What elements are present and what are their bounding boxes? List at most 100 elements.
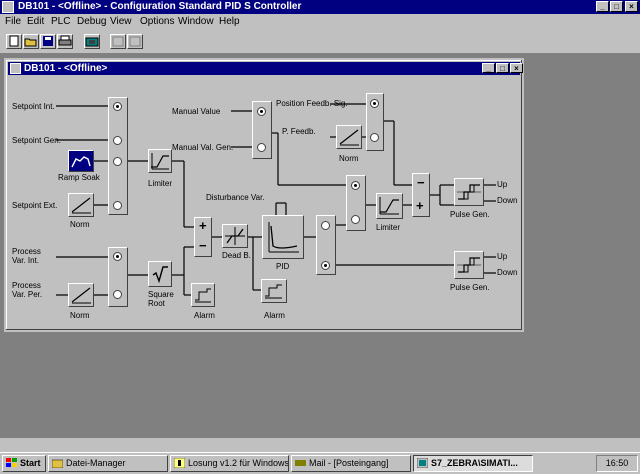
out-minus-sign: − bbox=[417, 175, 425, 190]
menu-plc[interactable]: PLC bbox=[51, 16, 70, 27]
save-icon[interactable] bbox=[40, 34, 56, 49]
controller-diagram: Setpoint Int. Setpoint Gen. Setpoint Ext… bbox=[8, 75, 520, 328]
dead-band-label: Dead B. bbox=[222, 251, 251, 260]
taskbar-item-simatic[interactable]: S7_ZEBRA\SIMATI... bbox=[413, 455, 533, 472]
pulse-output-radio[interactable] bbox=[321, 261, 330, 270]
start-label: Start bbox=[20, 458, 41, 468]
norm-pv-label: Norm bbox=[70, 311, 90, 320]
limiter-block-setpoint[interactable] bbox=[148, 149, 172, 173]
taskbar-item-losung[interactable]: Losung v1.2 für Windows bbox=[170, 455, 289, 472]
down-1-label: Down bbox=[497, 196, 518, 205]
child-titlebar[interactable]: DB101 - <Offline> _ □ × bbox=[8, 62, 523, 75]
dead-band-block[interactable] bbox=[222, 224, 248, 248]
manual-radio[interactable] bbox=[351, 181, 360, 190]
open-icon[interactable] bbox=[23, 34, 39, 49]
child-title: DB101 - <Offline> bbox=[24, 63, 108, 74]
taskbar: Start Datei-Manager Losung v1.2 für Wind… bbox=[0, 452, 640, 474]
minimize-button[interactable]: _ bbox=[596, 1, 609, 12]
manual-value-label: Manual Value bbox=[172, 107, 221, 116]
child-window-icon[interactable] bbox=[10, 63, 21, 74]
pid-block[interactable] bbox=[262, 215, 304, 259]
norm-block-pv[interactable] bbox=[68, 283, 94, 307]
taskbar-item-label: Mail - [Posteingang] bbox=[309, 458, 389, 468]
windows-logo-icon bbox=[6, 458, 17, 467]
taskbar-clock: 16:50 bbox=[596, 455, 638, 472]
alarm-block-2[interactable] bbox=[261, 279, 287, 303]
db101-window[interactable]: DB101 - <Offline> _ □ × Setpoint Int. Se… bbox=[4, 58, 524, 332]
toolbar bbox=[0, 30, 640, 54]
ramp-soak-label: Ramp Soak bbox=[58, 173, 100, 182]
process-var-per-label: Process Var. Per. bbox=[12, 281, 43, 299]
norm-feedback-label: Norm bbox=[339, 154, 359, 163]
setpoint-gen-label: Setpoint Gen. bbox=[12, 136, 61, 145]
menu-help[interactable]: Help bbox=[219, 16, 240, 27]
setpoint-int-label: Setpoint Int. bbox=[12, 102, 55, 111]
pulse-gen-block-2[interactable] bbox=[454, 251, 484, 279]
manual-val-gen-label: Manual Val. Gen. bbox=[172, 143, 234, 152]
app-title: DB101 - <Offline> - Configuration Standa… bbox=[18, 1, 302, 12]
out-plus-sign: + bbox=[416, 198, 424, 213]
menu-edit[interactable]: Edit bbox=[27, 16, 44, 27]
download-icon[interactable] bbox=[84, 34, 100, 49]
norm-setpoint-label: Norm bbox=[70, 220, 90, 229]
norm-block-feedback[interactable] bbox=[336, 125, 362, 149]
menu-options[interactable]: Options bbox=[140, 16, 174, 27]
down-2-label: Down bbox=[497, 268, 518, 277]
continuous-output-radio[interactable] bbox=[321, 221, 330, 230]
square-root-label: Square Root bbox=[148, 290, 174, 308]
disabled-icon-2[interactable] bbox=[127, 34, 143, 49]
norm-block-setpoint[interactable] bbox=[68, 193, 94, 217]
limiter-block-output[interactable] bbox=[376, 193, 403, 219]
close-button[interactable]: × bbox=[625, 1, 638, 12]
limiter-output-label: Limiter bbox=[376, 223, 401, 232]
help-icon bbox=[174, 458, 185, 468]
process-var-per-radio[interactable] bbox=[113, 290, 122, 299]
taskbar-item-label: S7_ZEBRA\SIMATI... bbox=[431, 458, 518, 468]
taskbar-item-label: Datei-Manager bbox=[66, 458, 126, 468]
ramp-soak-radio[interactable] bbox=[113, 157, 122, 166]
p-feedb-radio[interactable] bbox=[370, 133, 379, 142]
app-icon[interactable] bbox=[2, 1, 14, 13]
child-close-button[interactable]: × bbox=[510, 63, 523, 73]
setpoint-int-radio[interactable] bbox=[113, 102, 122, 111]
mail-icon bbox=[295, 460, 306, 466]
position-feedb-sig-label: Position Feedb. Sig. bbox=[276, 99, 348, 108]
menu-debug[interactable]: Debug bbox=[77, 16, 106, 27]
up-1-label: Up bbox=[497, 180, 508, 189]
pulse-gen-1-label: Pulse Gen. bbox=[450, 210, 490, 219]
square-root-block[interactable] bbox=[148, 261, 172, 287]
file-manager-icon bbox=[52, 459, 63, 468]
taskbar-item-mail[interactable]: Mail - [Posteingang] bbox=[291, 455, 411, 472]
menu-view[interactable]: View bbox=[110, 16, 132, 27]
setpoint-selector[interactable] bbox=[108, 97, 128, 215]
setpoint-gen-radio[interactable] bbox=[113, 136, 122, 145]
taskbar-item-datei-manager[interactable]: Datei-Manager bbox=[48, 455, 168, 472]
pulse-gen-block-1[interactable] bbox=[454, 178, 484, 206]
sum-plus-sign: + bbox=[199, 218, 207, 233]
auto-radio[interactable] bbox=[351, 215, 360, 224]
maximize-button[interactable]: □ bbox=[610, 1, 623, 12]
manual-val-gen-radio[interactable] bbox=[257, 143, 266, 152]
process-var-int-radio[interactable] bbox=[113, 252, 122, 261]
print-icon[interactable] bbox=[57, 34, 73, 49]
app-titlebar[interactable]: DB101 - <Offline> - Configuration Standa… bbox=[0, 0, 640, 14]
status-strip bbox=[0, 438, 640, 452]
manual-value-radio[interactable] bbox=[257, 107, 266, 116]
start-button[interactable]: Start bbox=[2, 455, 46, 472]
setpoint-ext-radio[interactable] bbox=[113, 201, 122, 210]
menu-window[interactable]: Window bbox=[178, 16, 214, 27]
pid-label: PID bbox=[276, 262, 290, 271]
process-var-int-label: Process Var. Int. bbox=[12, 247, 41, 265]
alarm-2-label: Alarm bbox=[264, 311, 285, 320]
menu-file[interactable]: File bbox=[5, 16, 21, 27]
disabled-icon[interactable] bbox=[110, 34, 126, 49]
child-minimize-button[interactable]: _ bbox=[482, 63, 495, 73]
pulse-gen-2-label: Pulse Gen. bbox=[450, 283, 490, 292]
alarm-block-1[interactable] bbox=[191, 283, 215, 307]
child-maximize-button[interactable]: □ bbox=[496, 63, 509, 73]
new-icon[interactable] bbox=[6, 34, 22, 49]
sum-minus-sign: − bbox=[199, 238, 207, 253]
ramp-soak-block[interactable] bbox=[68, 150, 94, 172]
position-feedb-radio[interactable] bbox=[370, 99, 379, 108]
p-feedb-label: P. Feedb. bbox=[282, 127, 316, 136]
